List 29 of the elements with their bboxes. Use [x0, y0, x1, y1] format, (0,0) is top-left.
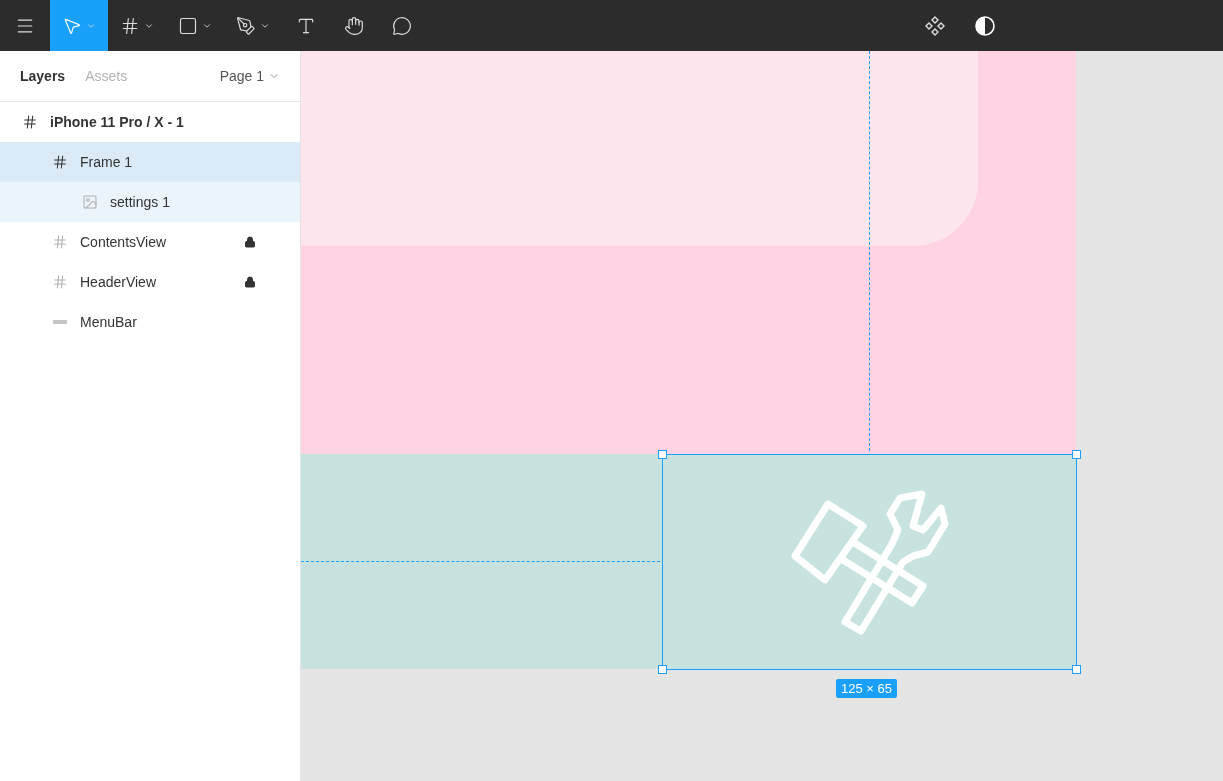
hand-icon [344, 15, 364, 36]
contrast-icon[interactable] [974, 14, 996, 37]
resize-handle[interactable] [1072, 665, 1081, 674]
pen-icon [236, 15, 256, 36]
lock-icon[interactable] [244, 276, 256, 288]
resize-handle[interactable] [658, 665, 667, 674]
speech-bubble-icon [392, 15, 412, 36]
resize-handle[interactable] [1072, 450, 1081, 459]
layer-row[interactable]: ContentsView [0, 222, 300, 262]
layer-name: HeaderView [80, 274, 156, 290]
layer-row[interactable]: Frame 1 [0, 142, 300, 182]
panel-tab[interactable]: Layers [20, 68, 66, 84]
layer-name: Frame 1 [80, 154, 133, 170]
page-dropdown[interactable]: Page 1 [219, 68, 280, 84]
image-icon [80, 194, 100, 210]
layer-name: ContentsView [80, 234, 167, 250]
hash-icon [120, 15, 140, 36]
layer-row[interactable]: HeaderView [0, 262, 300, 302]
component-icon[interactable] [924, 14, 946, 37]
layer-row[interactable]: MenuBar [0, 302, 300, 342]
lock-icon[interactable] [244, 236, 256, 248]
layer-name: MenuBar [80, 314, 137, 330]
layer-row[interactable]: settings 1 [0, 182, 300, 222]
resize-handle[interactable] [658, 450, 667, 459]
square-icon [178, 15, 198, 36]
layer-name: iPhone 11 Pro / X - 1 [50, 114, 184, 130]
layer-row[interactable]: iPhone 11 Pro / X - 1 [0, 102, 300, 142]
layer-name: settings 1 [110, 194, 170, 210]
size-label: 125 × 65 [836, 679, 897, 698]
